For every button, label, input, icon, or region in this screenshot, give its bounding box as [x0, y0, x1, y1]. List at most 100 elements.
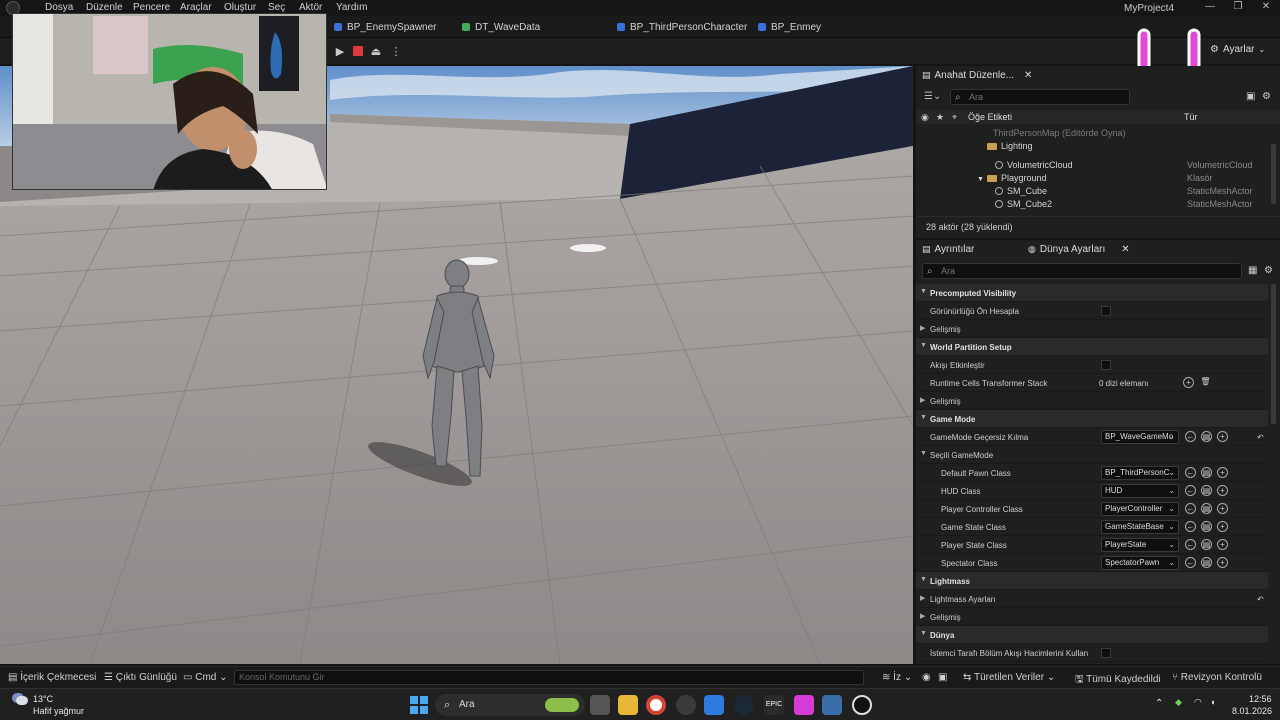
revision-control-button[interactable]: ⑂ Revizyon Kontrolü — [1172, 672, 1262, 683]
menu-actor[interactable]: Aktör — [299, 2, 322, 13]
details-scrollbar[interactable] — [1271, 284, 1276, 424]
back-arrow-icon[interactable]: ← — [1185, 557, 1196, 568]
category-header[interactable]: ▼ Game Mode — [916, 410, 1268, 428]
console-input[interactable]: Konsol Komutunu Gir — [234, 670, 864, 685]
add-element-icon[interactable]: + — [1183, 377, 1194, 388]
property-checkbox[interactable] — [1101, 360, 1111, 370]
tree-row[interactable]: VolumetricCloud VolumetricCloud — [916, 159, 1280, 172]
chevron-down-icon[interactable]: ▼ — [977, 176, 984, 183]
class-dropdown[interactable]: HUD ⌄ — [1101, 484, 1179, 498]
browse-icon[interactable]: ▤ — [1201, 539, 1212, 550]
add-icon[interactable]: + — [1217, 503, 1228, 514]
chevron-down-icon[interactable]: ▼ — [920, 630, 927, 637]
tab-bp-enemyspawner[interactable]: BP_EnemySpawner — [334, 19, 437, 35]
tab-world-settings[interactable]: ◍ Dünya Ayarları ✕ — [1028, 244, 1130, 255]
derived-data-button[interactable]: ⇆ Türetilen Veriler ⌄ — [963, 672, 1055, 683]
tab-dt-wavedata[interactable]: DT_WaveData — [462, 19, 540, 35]
chevron-up-icon[interactable]: ⌃ — [1155, 698, 1163, 709]
chevron-right-icon[interactable]: ▶ — [920, 612, 925, 620]
pin-icon[interactable]: ⌖ — [952, 112, 957, 123]
chevron-right-icon[interactable]: ▶ — [920, 594, 925, 602]
tree-row[interactable]: SM_Cube StaticMeshActor — [916, 185, 1280, 198]
tree-row[interactable]: ▼ Playground Klasör — [916, 172, 1280, 185]
github-icon[interactable] — [676, 695, 696, 715]
outliner-search-input[interactable]: ⌕ Ara — [950, 89, 1130, 105]
clock-date[interactable]: 8.01.2026 — [1232, 706, 1272, 716]
close-icon[interactable]: ✕ — [1121, 244, 1129, 255]
add-icon[interactable]: + — [1217, 557, 1228, 568]
menu-tools[interactable]: Araçlar — [180, 2, 212, 13]
category-header[interactable]: ▼ Dünya — [916, 626, 1268, 644]
back-arrow-icon[interactable]: ← — [1185, 485, 1196, 496]
property-row[interactable]: ▶ Gelişmiş — [916, 392, 1268, 410]
tree-row[interactable]: ThirdPersonMap (Editörde Oyna) — [916, 127, 1280, 140]
close-icon[interactable]: ✕ — [1254, 1, 1278, 15]
camera-icon[interactable]: ▣ — [938, 672, 947, 683]
tab-details[interactable]: ▤ Ayrıntılar — [922, 244, 974, 255]
resume-icon[interactable]: ▶ — [332, 43, 348, 59]
chrome-icon[interactable] — [646, 695, 666, 715]
table-view-icon[interactable]: ▦ — [1248, 265, 1257, 276]
menu-create[interactable]: Oluştur — [224, 2, 256, 13]
app-icon[interactable] — [822, 695, 842, 715]
close-icon[interactable]: ✕ — [1024, 70, 1032, 81]
category-header[interactable]: ▼ World Partition Setup — [916, 338, 1268, 356]
gear-icon[interactable]: ⚙ — [1262, 91, 1271, 102]
back-arrow-icon[interactable]: ← — [1185, 539, 1196, 550]
property-row[interactable]: ▶ Gelişmiş — [916, 320, 1268, 338]
back-arrow-icon[interactable]: ← — [1185, 521, 1196, 532]
chevron-down-icon[interactable]: ▼ — [920, 342, 927, 349]
menu-file[interactable]: Dosya — [45, 2, 73, 13]
category-header[interactable]: ▼ Precomputed Visibility — [916, 284, 1268, 302]
task-view-icon[interactable] — [590, 695, 610, 715]
back-arrow-icon[interactable]: ← — [1185, 503, 1196, 514]
back-arrow-icon[interactable]: ← — [1185, 431, 1196, 442]
class-dropdown[interactable]: BP_ThirdPersonC ⌄ — [1101, 466, 1179, 480]
add-folder-icon[interactable]: ▣ — [1246, 91, 1255, 102]
visibility-icon[interactable]: ◉ — [921, 112, 929, 123]
details-search-input[interactable]: ⌕ Ara — [922, 263, 1242, 279]
epic-games-icon[interactable]: EPIC — [764, 695, 784, 715]
weather-icon[interactable] — [12, 693, 30, 707]
chevron-down-icon[interactable]: ▼ — [920, 288, 927, 295]
start-icon[interactable] — [410, 696, 428, 714]
property-row[interactable]: ▼ Seçili GameMode — [916, 446, 1268, 464]
reset-icon[interactable]: ↶ — [1257, 433, 1264, 442]
wifi-icon[interactable]: ◠ — [1194, 697, 1202, 708]
class-dropdown[interactable]: BP_WaveGameMo ⌄ — [1101, 430, 1179, 444]
save-all-button[interactable]: 🖫 Tümü Kaydedildi — [1075, 672, 1161, 689]
class-dropdown[interactable]: PlayerState ⌄ — [1101, 538, 1179, 552]
browse-icon[interactable]: ▤ — [1201, 485, 1212, 496]
tab-bp-enmey[interactable]: BP_Enmey — [758, 19, 821, 35]
chevron-down-icon[interactable]: ▼ — [920, 450, 927, 457]
column-label[interactable]: Öğe Etiketi — [968, 112, 1012, 122]
back-arrow-icon[interactable]: ← — [1185, 467, 1196, 478]
content-drawer-button[interactable]: ▤ İçerik Çekmecesi — [8, 672, 96, 683]
tree-row[interactable]: SM_Cube2 StaticMeshActor — [916, 198, 1280, 211]
category-header[interactable]: ▼ Lightmass — [916, 572, 1268, 590]
outliner-scrollbar[interactable] — [1271, 144, 1276, 204]
chevron-right-icon[interactable]: ▶ — [920, 396, 925, 404]
chevron-right-icon[interactable]: ▶ — [920, 324, 925, 332]
stop-button[interactable] — [350, 43, 366, 59]
add-icon[interactable]: + — [1217, 485, 1228, 496]
browse-icon[interactable]: ▤ — [1201, 503, 1212, 514]
browse-icon[interactable]: ▤ — [1201, 521, 1212, 532]
tree-row[interactable]: Lighting — [916, 140, 1280, 153]
chevron-down-icon[interactable]: ▼ — [920, 414, 927, 421]
steam-icon[interactable] — [734, 695, 754, 715]
menu-select[interactable]: Seç — [268, 2, 285, 13]
star-icon[interactable]: ★ — [936, 112, 944, 123]
class-dropdown[interactable]: PlayerController ⌄ — [1101, 502, 1179, 516]
maximize-icon[interactable]: ❐ — [1226, 1, 1250, 15]
file-explorer-icon[interactable] — [618, 695, 638, 715]
streamlabs-icon[interactable] — [794, 695, 814, 715]
browse-icon[interactable]: ▤ — [1201, 467, 1212, 478]
eject-icon[interactable]: ⏏ — [368, 43, 384, 59]
gear-icon[interactable]: ⚙ — [1264, 265, 1273, 276]
output-log-button[interactable]: ☰ Çıktı Günlüğü — [104, 672, 177, 683]
add-icon[interactable]: + — [1217, 521, 1228, 532]
trace-dropdown[interactable]: ≋ İz ⌄ — [882, 672, 912, 683]
add-icon[interactable]: + — [1217, 467, 1228, 478]
reset-icon[interactable]: ↶ — [1257, 595, 1264, 604]
